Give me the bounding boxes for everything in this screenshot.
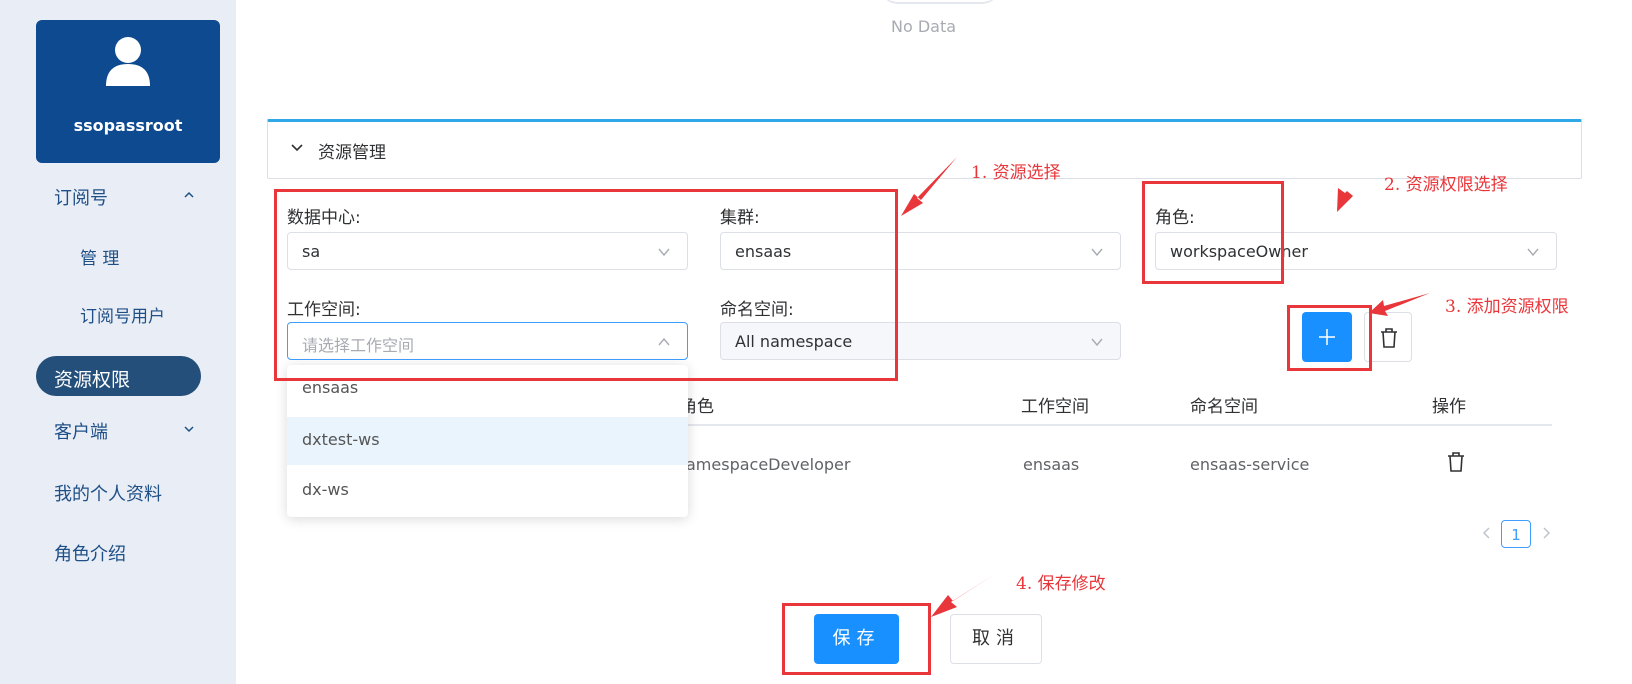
user-icon xyxy=(106,37,150,86)
trash-icon[interactable] xyxy=(1446,451,1466,473)
annotation-box-add xyxy=(1287,305,1372,371)
chevron-left-icon[interactable] xyxy=(1480,526,1494,540)
sidebar-item-role-intro[interactable]: 角色介绍 xyxy=(54,540,126,566)
sidebar-item-manage[interactable]: 管 理 xyxy=(80,244,119,269)
chevron-down-icon[interactable] xyxy=(290,141,304,155)
chevron-right-icon[interactable] xyxy=(1539,526,1553,540)
empty-illustration xyxy=(880,0,1000,4)
sidebar-item-resource-permissions[interactable]: 资源权限 xyxy=(36,356,201,396)
cell-namespace: ensaas-service xyxy=(1190,455,1310,474)
chevron-down-icon xyxy=(1527,248,1539,257)
cancel-button[interactable]: 取消 xyxy=(950,614,1042,664)
user-card: ssopassroot xyxy=(36,20,220,163)
chevron-up-icon[interactable] xyxy=(182,188,196,202)
option-label: dxtest-ws xyxy=(302,430,380,449)
sidebar-item-subscription-users[interactable]: 订阅号用户 xyxy=(80,302,165,327)
column-header-actions: 操作 xyxy=(1432,397,1466,417)
annotation-step1: 1. 资源选择 xyxy=(971,163,1061,183)
cell-workspace: ensaas xyxy=(1023,455,1080,474)
annotation-step3: 3. 添加资源权限 xyxy=(1445,297,1569,317)
user-name: ssopassroot xyxy=(73,116,183,135)
chevron-down-icon xyxy=(1091,338,1103,347)
sidebar-item-profile[interactable]: 我的个人资料 xyxy=(54,480,162,506)
sidebar-item-label: 资源权限 xyxy=(54,369,131,391)
annotation-step2: 2. 资源权限选择 xyxy=(1384,175,1508,195)
panel-title: 资源管理 xyxy=(318,143,386,163)
chevron-down-icon xyxy=(1091,248,1103,257)
sidebar-item-client[interactable]: 客户端 xyxy=(54,418,108,444)
cell-role: amespaceDeveloper xyxy=(686,455,851,474)
page-number[interactable]: 1 xyxy=(1501,520,1531,548)
sidebar-item-subscription[interactable]: 订阅号 xyxy=(54,184,108,210)
workspace-dropdown: ensaas dxtest-ws dx-ws xyxy=(287,365,688,517)
column-header-namespace: 命名空间 xyxy=(1190,397,1258,417)
no-data-text: No Data xyxy=(891,17,957,36)
chevron-down-icon[interactable] xyxy=(182,422,196,436)
annotation-step4: 4. 保存修改 xyxy=(1016,574,1106,594)
annotation-box-resource xyxy=(274,189,898,381)
column-header-workspace: 工作空间 xyxy=(1021,397,1089,417)
dropdown-option[interactable]: dxtest-ws xyxy=(287,417,688,465)
annotation-box-save xyxy=(782,603,931,675)
dropdown-option[interactable]: dx-ws xyxy=(287,467,688,515)
sidebar: ssopassroot 订阅号 管 理 订阅号用户 资源权限 客户端 我的个人资… xyxy=(0,0,236,684)
annotation-box-role xyxy=(1142,181,1284,284)
trash-icon xyxy=(1381,328,1397,348)
option-label: dx-ws xyxy=(302,480,349,499)
